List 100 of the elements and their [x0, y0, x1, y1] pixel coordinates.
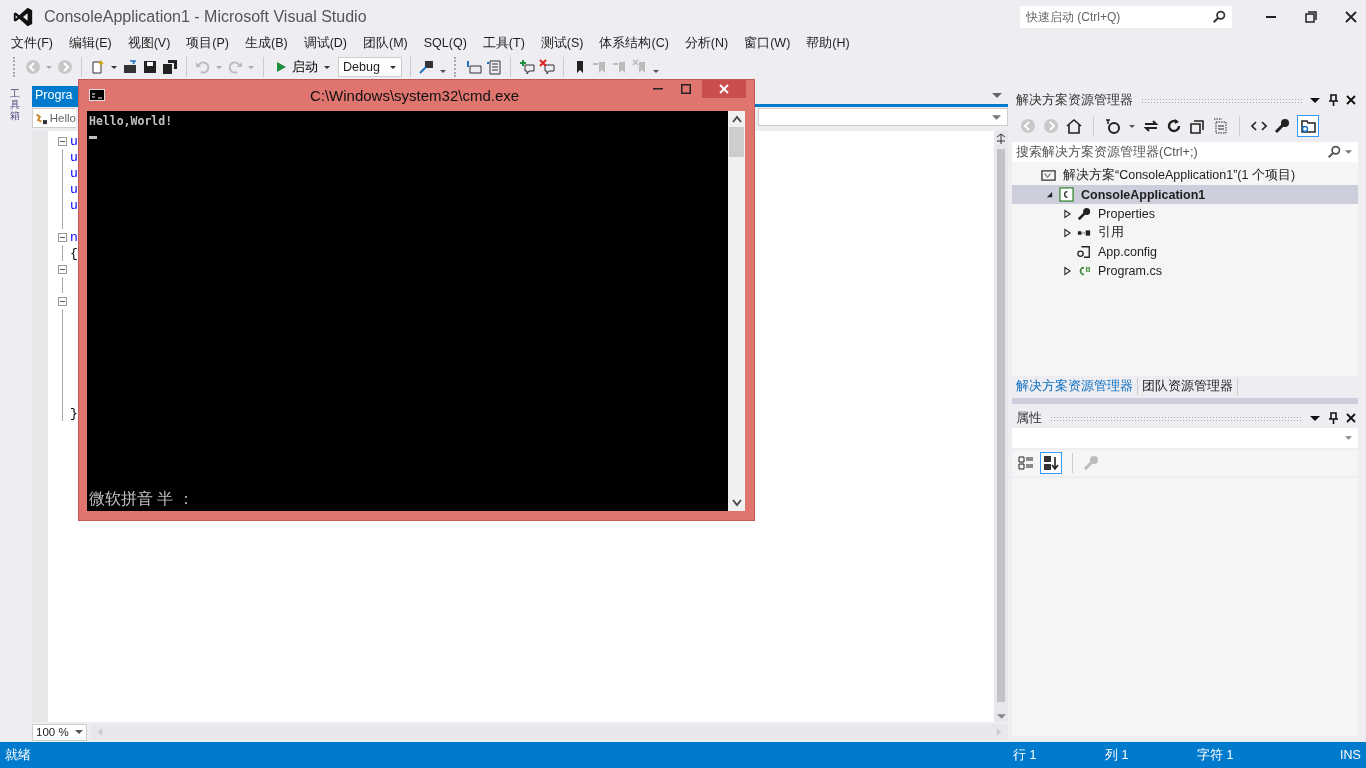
tree-item[interactable]: Properties: [1012, 204, 1358, 223]
code-text: }: [70, 405, 78, 421]
play-icon: [275, 61, 287, 73]
collapse-toggle[interactable]: [57, 296, 67, 306]
caret-icon: [74, 728, 83, 736]
zoom-dropdown[interactable]: 100 %: [32, 723, 87, 741]
tree-item[interactable]: App.config: [1012, 242, 1358, 261]
close-icon: [1345, 11, 1357, 23]
caret-icon: [992, 113, 1001, 121]
minimize-icon: [653, 88, 663, 90]
search-field[interactable]: 搜索解决方案资源管理器(Ctrl+;): [1012, 142, 1358, 162]
search-icon[interactable]: [1327, 145, 1341, 159]
indent-icon[interactable]: [466, 59, 482, 75]
categorized-icon[interactable]: [1018, 455, 1034, 471]
collapsed-arrow-icon[interactable]: [1063, 265, 1071, 276]
wrench-icon: [1077, 206, 1091, 221]
wrench-icon[interactable]: [1274, 118, 1290, 134]
start-button[interactable]: 启动: [272, 56, 334, 78]
code-text: u: [70, 197, 78, 213]
tree-item[interactable]: ConsoleApplication1: [1012, 185, 1358, 204]
vertical-scrollbar[interactable]: [994, 131, 1008, 722]
menu-item[interactable]: 团队(M): [355, 34, 416, 52]
tree-item[interactable]: Program.cs: [1012, 261, 1358, 280]
scroll-thumb[interactable]: [729, 127, 744, 157]
vertical-scrollbar[interactable]: [728, 111, 745, 511]
sort-alphabetical-icon[interactable]: [1040, 452, 1062, 474]
quick-launch-field[interactable]: 快速启动 (Ctrl+Q): [1026, 10, 1212, 24]
menu-item[interactable]: 分析(N): [676, 34, 737, 52]
menu-item[interactable]: 测试(S): [532, 34, 592, 52]
menu-item[interactable]: 视图(V): [119, 34, 179, 52]
folder-search-icon[interactable]: [1297, 115, 1319, 137]
class-icon: [35, 111, 48, 125]
attach-icon[interactable]: [419, 59, 435, 75]
logo-icon: [12, 6, 34, 28]
column-indicator: 列 1: [1105, 747, 1129, 762]
collapse-toggle[interactable]: [57, 136, 67, 146]
search-field[interactable]: 搜索解决方案资源管理器(Ctrl+;): [1016, 145, 1323, 159]
toolbox-tab[interactable]: 工具箱: [10, 88, 20, 121]
quick-launch-field[interactable]: 快速启动 (Ctrl+Q): [1020, 6, 1232, 28]
caret-icon[interactable]: [1310, 414, 1320, 422]
close-icon[interactable]: [1346, 413, 1356, 423]
scroll-thumb[interactable]: [997, 149, 1005, 702]
menu-item[interactable]: SQL(Q): [415, 36, 475, 50]
close-icon[interactable]: [1346, 95, 1356, 105]
csharp-project-icon: [1059, 187, 1074, 202]
caret-icon[interactable]: [1310, 96, 1320, 104]
menu-item[interactable]: 项目(P): [178, 34, 237, 52]
caret-icon: [1345, 434, 1352, 442]
collapsed-arrow-icon[interactable]: [1063, 208, 1071, 219]
panel-title: 属性: [1016, 409, 1042, 427]
console-output: Hello,World!: [89, 114, 173, 128]
save-all-icon[interactable]: [162, 59, 178, 75]
comment-icon[interactable]: [519, 59, 535, 75]
list-icon[interactable]: [486, 59, 502, 75]
ime-status: 微软拼音 半 ：: [89, 489, 194, 509]
char-indicator: 字符 1: [1197, 747, 1234, 762]
configuration-dropdown[interactable]: Debug: [338, 57, 402, 77]
code-text: u: [70, 133, 78, 149]
panel-title: 解决方案资源管理器: [1016, 91, 1133, 109]
status-text: 就绪: [5, 746, 31, 764]
menu-item[interactable]: 帮助(H): [798, 34, 858, 52]
text-cursor: [89, 136, 97, 139]
expanded-arrow-icon[interactable]: [1045, 191, 1053, 198]
panel-tab[interactable]: 解决方案资源管理器: [1012, 377, 1138, 395]
solution-icon: [1041, 168, 1056, 183]
refresh-icon[interactable]: [1166, 118, 1182, 134]
code-text: u: [70, 165, 78, 181]
minimize-icon: [1266, 16, 1276, 18]
panel-tab[interactable]: 团队资源管理器: [1138, 377, 1238, 395]
collapse-toggle[interactable]: [57, 264, 67, 274]
split-icon[interactable]: [995, 133, 1007, 145]
show-all-files-icon[interactable]: [1212, 118, 1228, 134]
document-tab[interactable]: Progra: [32, 86, 78, 104]
save-icon[interactable]: [142, 59, 158, 75]
maximize-icon: [681, 84, 691, 94]
code-text: {: [70, 245, 78, 261]
menu-item[interactable]: 调试(D): [295, 34, 355, 52]
menu-item[interactable]: 体系结构(C): [591, 34, 677, 52]
search-icon[interactable]: [1212, 10, 1226, 24]
home-icon[interactable]: [1066, 118, 1082, 134]
code-text: u: [70, 181, 78, 197]
collapse-all-icon[interactable]: [1189, 118, 1205, 134]
tree-item[interactable]: 解决方案“ConsoleApplication1”(1 个项目): [1012, 166, 1358, 185]
menu-item[interactable]: 工具(T): [474, 34, 533, 52]
pin-icon[interactable]: [1328, 412, 1338, 424]
collapse-toggle[interactable]: [57, 232, 67, 242]
menu-item[interactable]: 生成(B): [237, 34, 296, 52]
sync-icon[interactable]: [1143, 118, 1159, 134]
type-dropdown[interactable]: Hello: [32, 108, 76, 128]
tree-item[interactable]: 引用: [1012, 223, 1358, 242]
open-file-icon[interactable]: [122, 59, 138, 75]
menu-item[interactable]: 窗口(W): [736, 34, 799, 52]
code-text: n: [70, 229, 78, 245]
menu-item[interactable]: 文件(F): [3, 34, 61, 52]
pin-icon[interactable]: [1328, 94, 1338, 106]
uncomment-icon[interactable]: [539, 59, 555, 75]
collapsed-arrow-icon[interactable]: [1063, 227, 1071, 238]
menu-item[interactable]: 编辑(E): [60, 34, 120, 52]
restore-icon: [1305, 11, 1317, 23]
clock-icon[interactable]: [1105, 118, 1121, 134]
